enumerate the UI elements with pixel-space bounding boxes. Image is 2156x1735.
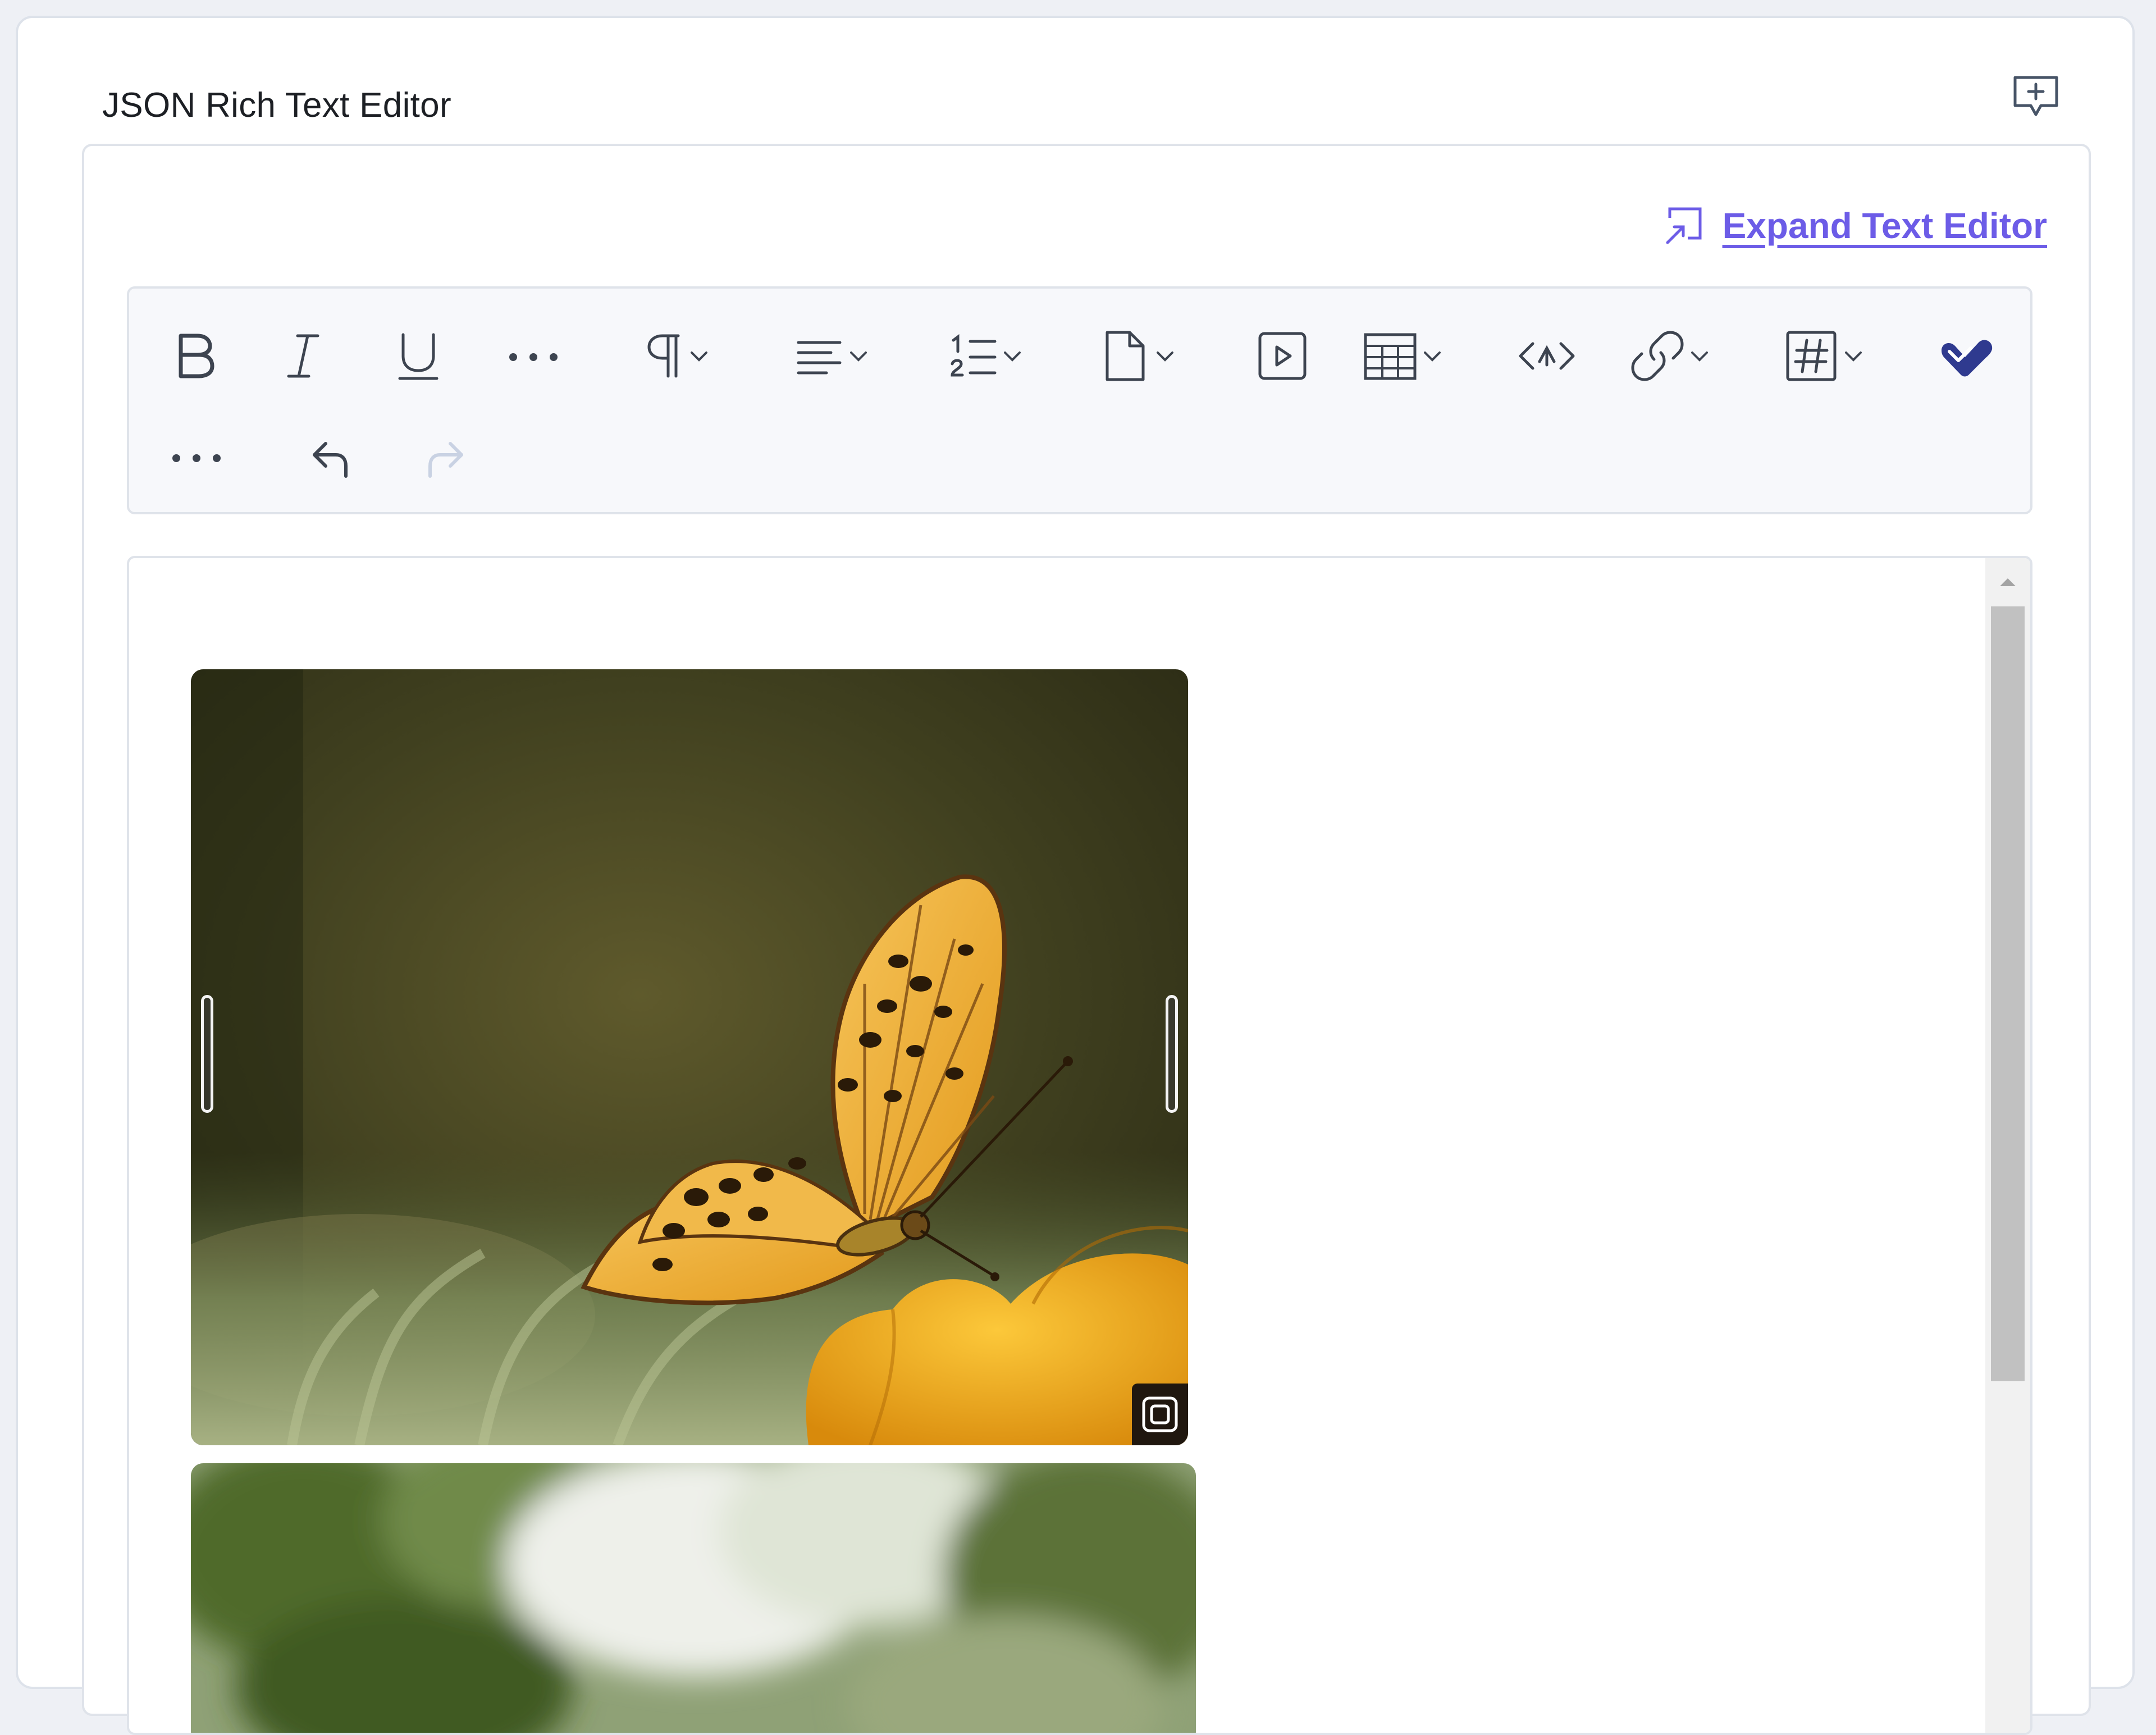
chevron-down-icon: [1004, 351, 1021, 362]
italic-button[interactable]: [281, 328, 326, 384]
rich-text-editor: Expand Text Editor: [82, 144, 2091, 1735]
link-icon: [1631, 331, 1684, 381]
field-panel: JSON Rich Text Editor Expand Text Editor: [16, 16, 2135, 1735]
scrollbar-thumb[interactable]: [1991, 606, 2025, 1381]
alignment-dropdown[interactable]: [794, 328, 873, 384]
link-dropdown[interactable]: [1629, 328, 1714, 384]
scroll-up-arrow-icon[interactable]: [1998, 575, 2018, 588]
table-dropdown[interactable]: [1362, 328, 1446, 384]
video-button[interactable]: [1254, 328, 1310, 384]
redo-icon: [428, 442, 463, 478]
expand-text-editor-link[interactable]: Expand Text Editor: [1662, 198, 2047, 254]
file-icon: [1106, 331, 1145, 381]
underline-icon: [398, 333, 438, 380]
butterfly-photo: [191, 669, 1188, 1445]
chevron-down-icon: [691, 351, 707, 362]
brand-check-icon: [1942, 340, 1993, 377]
paragraph-dropdown[interactable]: [640, 328, 713, 384]
ordered-list-icon: [951, 334, 997, 377]
underline-button[interactable]: [393, 328, 444, 384]
image-resize-handle-right[interactable]: [1166, 995, 1178, 1113]
comment-add-icon: [2013, 76, 2058, 116]
foliage-image[interactable]: [191, 1463, 1196, 1733]
chevron-down-icon: [850, 351, 867, 362]
more-horizontal-icon: [509, 353, 558, 361]
bold-button[interactable]: [173, 328, 218, 384]
editor-content-area[interactable]: [127, 556, 2032, 1735]
vertical-scrollbar[interactable]: [1985, 558, 2030, 1733]
more-horizontal-icon: [172, 454, 221, 462]
paragraph-icon: [647, 334, 680, 378]
bold-icon: [179, 334, 214, 378]
align-left-icon: [797, 341, 842, 375]
more-formatting-button[interactable]: [505, 328, 561, 384]
foliage-photo: [191, 1463, 1196, 1733]
video-icon: [1258, 332, 1307, 380]
field-title: JSON Rich Text Editor: [102, 86, 451, 125]
undo-button[interactable]: [307, 429, 357, 485]
hashtag-icon: [1786, 331, 1837, 381]
chevron-down-icon: [1424, 351, 1441, 362]
italic-icon: [287, 334, 319, 378]
chevron-down-icon: [1845, 351, 1862, 362]
chevron-down-icon: [1691, 351, 1708, 362]
plugin-button[interactable]: [1936, 328, 1998, 384]
code-embed-icon: [1519, 342, 1575, 370]
image-options-button[interactable]: [1132, 1384, 1188, 1445]
reference-dropdown[interactable]: [1783, 328, 1867, 384]
add-comment-button[interactable]: [2009, 70, 2063, 124]
chevron-down-icon: [1157, 351, 1173, 362]
expand-icon: [1666, 207, 1702, 244]
embed-button[interactable]: [1516, 328, 1578, 384]
more-toolbar-button[interactable]: [168, 429, 225, 485]
image-options-icon: [1142, 1396, 1178, 1432]
editor-toolbar: [127, 286, 2032, 514]
table-icon: [1364, 333, 1417, 380]
list-dropdown[interactable]: [948, 328, 1026, 384]
redo-button[interactable]: [419, 429, 469, 485]
asset-dropdown[interactable]: [1100, 328, 1179, 384]
image-resize-handle-left[interactable]: [201, 995, 213, 1113]
undo-icon: [313, 442, 348, 478]
butterfly-image[interactable]: [191, 669, 1188, 1445]
expand-text-editor-label: Expand Text Editor: [1722, 206, 2047, 246]
